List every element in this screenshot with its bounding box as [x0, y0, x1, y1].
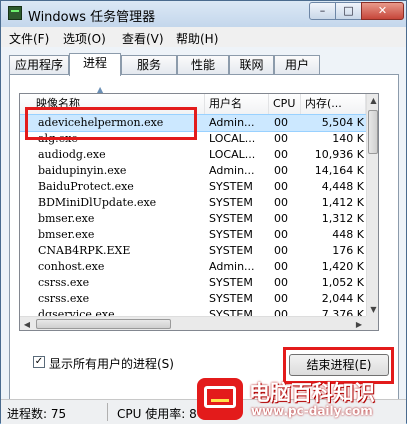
scroll-left-arrow-icon[interactable]: ◀	[20, 317, 34, 330]
checkbox-box[interactable]: ✓	[33, 356, 45, 368]
status-divider	[107, 403, 108, 421]
tab-processes[interactable]: 进程	[69, 53, 121, 76]
menu-view[interactable]: 查看(V)	[122, 30, 164, 47]
watermark-url: www.pc-daily.com	[251, 404, 373, 418]
process-memory: 1,412 K	[321, 196, 364, 209]
process-name: BDMiniDlUpdate.exe	[38, 196, 157, 209]
show-all-users-label: 显示所有用户的进程(S)	[49, 357, 174, 371]
process-user: SYSTEM	[209, 276, 253, 289]
process-memory: 1,420 K	[321, 260, 364, 273]
menu-help[interactable]: 帮助(H)	[176, 30, 218, 47]
process-memory: 176 K	[332, 244, 364, 257]
process-row[interactable]: conhost.exe Admin... 00 1,420 K	[20, 259, 366, 275]
task-manager-icon	[8, 6, 22, 20]
process-row[interactable]: baidupinyin.exe Admin... 00 14,164 K	[20, 163, 366, 179]
process-memory: 4,448 K	[321, 180, 364, 193]
process-name: baidupinyin.exe	[38, 164, 127, 177]
process-user: SYSTEM	[209, 212, 253, 225]
menu-options[interactable]: 选项(O)	[63, 30, 106, 47]
scroll-right-arrow-icon[interactable]: ▶	[352, 317, 366, 330]
process-cpu: 00	[274, 260, 288, 273]
tab-applications[interactable]: 应用程序	[9, 55, 69, 75]
watermark-logo: 电脑百科知识 www.pc-daily.com	[195, 374, 405, 424]
process-row[interactable]: bmser.exe SYSTEM 00 1,312 K	[20, 211, 366, 227]
process-cpu: 00	[274, 180, 288, 193]
menu-bar: 文件(F) 选项(O) 查看(V) 帮助(H)	[1, 27, 406, 47]
process-row[interactable]: csrss.exe SYSTEM 00 1,052 K	[20, 275, 366, 291]
scroll-down-arrow-icon[interactable]: ▼	[367, 303, 378, 316]
minimize-button[interactable]: –	[309, 2, 336, 20]
process-cpu: 00	[274, 164, 288, 177]
tab-users[interactable]: 用户	[274, 55, 320, 75]
process-user: LOCAL...	[209, 132, 256, 145]
process-user: Admin...	[209, 164, 255, 177]
process-cpu: 00	[274, 292, 288, 305]
process-cpu: 00	[274, 276, 288, 289]
column-header-memory[interactable]: 内存(...	[301, 94, 366, 114]
process-cpu: 00	[274, 148, 288, 161]
process-user: SYSTEM	[209, 244, 253, 257]
status-process-count: 进程数: 75	[7, 407, 67, 421]
tab-services[interactable]: 服务	[121, 55, 177, 75]
process-name: CNAB4RPK.EXE	[38, 244, 131, 257]
process-user: SYSTEM	[209, 196, 253, 209]
process-name: csrss.exe	[38, 276, 90, 289]
process-user: Admin...	[209, 260, 255, 273]
process-user: Admin...	[209, 116, 255, 129]
process-memory: 14,164 K	[314, 164, 364, 177]
window-title: Windows 任务管理器	[28, 10, 156, 25]
scroll-corner	[366, 316, 378, 330]
process-user: SYSTEM	[209, 180, 253, 193]
process-cpu: 00	[274, 116, 288, 129]
task-manager-window: Windows 任务管理器 – □ ✕ 文件(F) 选项(O) 查看(V) 帮助…	[0, 0, 407, 424]
process-name: bmser.exe	[38, 212, 95, 225]
process-memory: 1,052 K	[321, 276, 364, 289]
process-user: LOCAL...	[209, 148, 256, 161]
vertical-scroll-thumb[interactable]	[368, 110, 378, 154]
tab-networking[interactable]: 联网	[229, 55, 274, 75]
process-row[interactable]: bmser.exe SYSTEM 00 448 K	[20, 227, 366, 243]
process-memory: 10,936 K	[314, 148, 364, 161]
tab-strip: 应用程序 进程 服务 性能 联网 用户	[9, 53, 399, 76]
tab-performance[interactable]: 性能	[177, 55, 229, 75]
process-row[interactable]: CNAB4RPK.EXE SYSTEM 00 176 K	[20, 243, 366, 259]
process-cpu: 00	[274, 132, 288, 145]
process-memory: 5,504 K	[321, 116, 364, 129]
process-name: bmser.exe	[38, 228, 95, 241]
process-name: conhost.exe	[38, 260, 105, 273]
process-memory: 1,312 K	[321, 212, 364, 225]
process-cpu: 00	[274, 244, 288, 257]
vertical-scrollbar[interactable]: ▲ ▼	[366, 94, 378, 316]
watermark-title: 电脑百科知识	[249, 381, 375, 405]
process-row[interactable]: BDMiniDlUpdate.exe SYSTEM 00 1,412 K	[20, 195, 366, 211]
process-rows: adevicehelpermon.exe Admin... 00 5,504 Kalg…	[20, 114, 367, 330]
menu-file[interactable]: 文件(F)	[9, 30, 49, 47]
horizontal-scrollbar[interactable]: ◀ ▶	[20, 316, 366, 330]
scroll-up-arrow-icon[interactable]: ▲	[367, 94, 378, 107]
highlight-box-selected-process	[25, 107, 197, 140]
process-user: SYSTEM	[209, 228, 253, 241]
status-cpu-usage: CPU 使用率: 8	[117, 407, 197, 421]
horizontal-scroll-thumb[interactable]	[36, 319, 171, 329]
process-row[interactable]: BaiduProtect.exe SYSTEM 00 4,448 K	[20, 179, 366, 195]
process-row[interactable]: csrss.exe SYSTEM 00 2,044 K	[20, 291, 366, 307]
title-bar[interactable]: Windows 任务管理器 – □ ✕	[1, 1, 406, 27]
monitor-logo-icon	[197, 378, 243, 420]
process-memory: 2,044 K	[321, 292, 364, 305]
process-name: BaiduProtect.exe	[38, 180, 134, 193]
maximize-button[interactable]: □	[335, 2, 362, 20]
column-header-cpu[interactable]: CPU	[269, 94, 301, 114]
process-cpu: 00	[274, 196, 288, 209]
close-button[interactable]: ✕	[361, 2, 404, 20]
process-name: audiodg.exe	[38, 148, 106, 161]
process-cpu: 00	[274, 212, 288, 225]
process-name: csrss.exe	[38, 292, 90, 305]
process-row[interactable]: audiodg.exe LOCAL... 00 10,936 K	[20, 147, 366, 163]
process-cpu: 00	[274, 228, 288, 241]
process-memory: 448 K	[332, 228, 364, 241]
process-memory: 140 K	[332, 132, 364, 145]
process-user: SYSTEM	[209, 292, 253, 305]
column-header-user-name[interactable]: 用户名	[205, 94, 269, 114]
